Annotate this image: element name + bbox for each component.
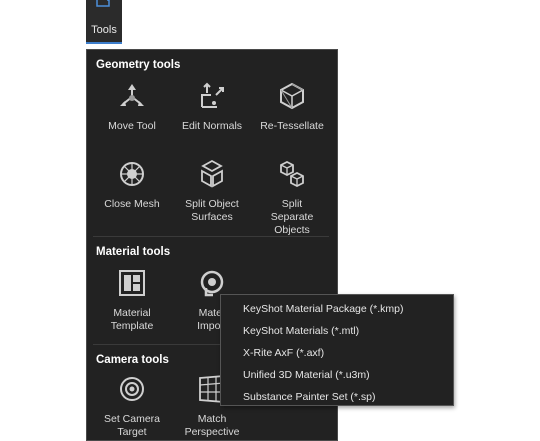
- material-template-button[interactable]: Material Template: [92, 268, 172, 348]
- tool-label: Set Camera Target: [103, 413, 161, 438]
- re-tessellate-icon: [280, 82, 304, 110]
- split-object-surfaces-button[interactable]: Split Object Surfaces: [172, 159, 252, 239]
- split-separate-objects-button[interactable]: Split Separate Objects: [252, 159, 332, 239]
- split-object-surfaces-icon: [201, 159, 223, 188]
- material-import-menu: KeyShot Material Package (*.kmp) KeyShot…: [220, 294, 454, 406]
- tools-toolbar-button[interactable]: Tools: [86, 0, 122, 44]
- camera-target-icon: [120, 377, 144, 401]
- tools-label: Tools: [91, 24, 117, 36]
- tool-label: Material Template: [110, 307, 154, 332]
- tool-label: Edit Normals: [181, 120, 243, 132]
- menu-item-sp[interactable]: Substance Painter Set (*.sp): [221, 386, 453, 408]
- menu-item-axf[interactable]: X-Rite AxF (*.axf): [221, 342, 453, 364]
- edit-normals-button[interactable]: Edit Normals: [172, 81, 252, 161]
- menu-item-mtl[interactable]: KeyShot Materials (*.mtl): [221, 320, 453, 342]
- tool-label: Close Mesh: [104, 198, 160, 210]
- material-tools-title: Material tools: [96, 246, 171, 258]
- close-mesh-button[interactable]: Close Mesh: [92, 159, 172, 239]
- tool-label: Re-Tessellate: [260, 120, 324, 132]
- section-divider: [93, 236, 329, 237]
- tools-icon: [96, 0, 110, 7]
- menu-item-kmp[interactable]: KeyShot Material Package (*.kmp): [221, 298, 453, 320]
- menu-item-u3m[interactable]: Unified 3D Material (*.u3m): [221, 364, 453, 386]
- tool-label: Split Separate Objects: [270, 198, 314, 236]
- camera-tools-title: Camera tools: [96, 354, 169, 366]
- tool-label: Match Perspective: [184, 413, 240, 438]
- material-template-icon: [119, 270, 145, 296]
- edit-normals-icon: [201, 82, 224, 108]
- re-tessellate-button[interactable]: Re-Tessellate: [252, 81, 332, 161]
- split-separate-objects-icon: [280, 160, 304, 188]
- tool-label: Split Object Surfaces: [185, 198, 239, 223]
- set-camera-target-button[interactable]: Set Camera Target: [92, 374, 172, 440]
- close-mesh-icon: [120, 162, 144, 186]
- tool-label: Move Tool: [108, 120, 156, 132]
- geometry-tools-title: Geometry tools: [96, 59, 181, 71]
- move-tool-icon: [120, 84, 144, 106]
- move-tool-button[interactable]: Move Tool: [92, 81, 172, 161]
